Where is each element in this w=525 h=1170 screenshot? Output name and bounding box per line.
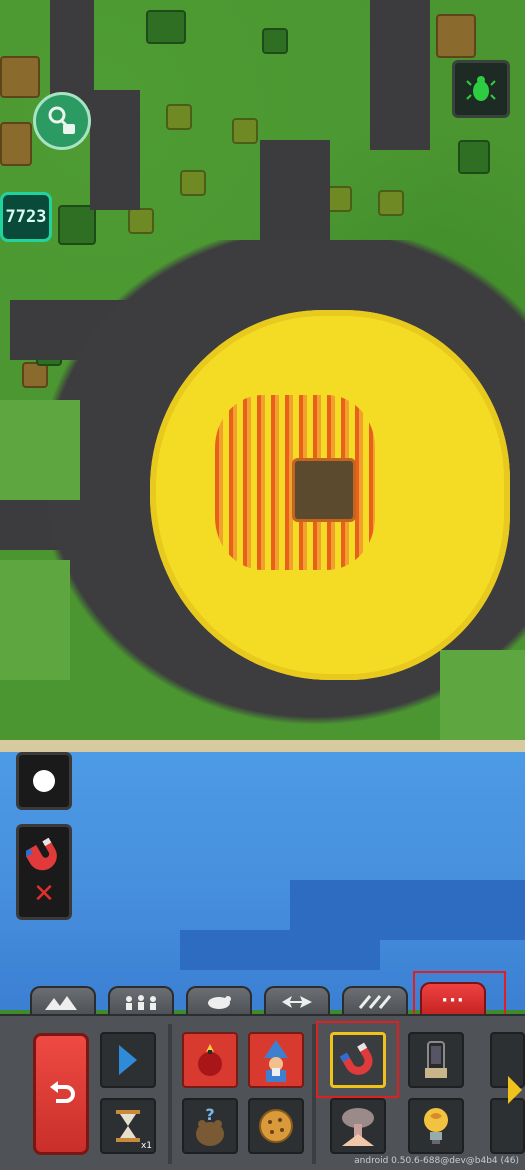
tree (232, 118, 258, 144)
active-power-panel[interactable]: ✕ (16, 824, 72, 920)
tree (458, 140, 490, 174)
beetle-icon (466, 76, 496, 101)
burning-creature (292, 458, 356, 522)
tab-nature[interactable] (264, 986, 330, 1016)
lightbulb-brain-power[interactable] (408, 1098, 464, 1154)
tree (262, 28, 288, 54)
partial-power-slot[interactable] (490, 1098, 525, 1154)
speed-button[interactable]: x1 (100, 1098, 156, 1154)
fire-bomb-power[interactable] (182, 1032, 238, 1088)
close-icon[interactable]: ✕ (33, 881, 55, 907)
deep-water (180, 930, 380, 970)
tab-tools[interactable] (342, 986, 408, 1016)
category-tabs: ··· (0, 978, 525, 1016)
toolbar-separator (168, 1024, 172, 1164)
grass-patch (440, 650, 525, 740)
wizard-icon (264, 1040, 288, 1082)
people-icon (126, 995, 156, 1010)
nature-icon (282, 996, 312, 1008)
magnet-power[interactable] (330, 1032, 386, 1088)
tab-more[interactable]: ··· (420, 982, 486, 1016)
world-map[interactable] (0, 0, 525, 1010)
animals-icon (208, 996, 231, 1009)
brush-dot-icon (33, 770, 55, 792)
tree (58, 205, 96, 245)
version-label: android 0.50.6-688@dev@b4b4 (46) (354, 1156, 519, 1166)
tools-icon (358, 995, 392, 1009)
scroll-right-arrow[interactable] (508, 1076, 522, 1104)
more-icon: ··· (441, 989, 465, 1011)
ash-streak (370, 0, 430, 150)
unit-counter: 7723 (0, 192, 52, 242)
tree (146, 10, 186, 44)
phone-icon (425, 1041, 447, 1078)
tab-animals[interactable] (186, 986, 252, 1016)
play-button[interactable] (100, 1032, 156, 1088)
magnet-icon (26, 837, 57, 871)
mushroom-cloud-icon (342, 1108, 374, 1146)
mystery-creature-power[interactable]: ? (182, 1098, 238, 1154)
wizard-power[interactable] (248, 1032, 304, 1088)
mushroom-cloud-power[interactable] (330, 1098, 386, 1154)
grass-patch (0, 560, 70, 680)
play-icon (119, 1045, 137, 1075)
fire-bomb-icon (198, 1044, 222, 1076)
tree (378, 190, 404, 216)
tree (0, 122, 32, 166)
tree (180, 170, 206, 196)
mystery-creature-icon: ? (196, 1105, 224, 1146)
tree (436, 14, 476, 58)
tree (166, 104, 192, 130)
beetle-button[interactable] (452, 60, 510, 118)
cookie-icon (259, 1109, 293, 1143)
key-lock-icon (48, 106, 75, 134)
toolbar-separator (312, 1024, 316, 1164)
tree (128, 208, 154, 234)
hourglass-icon (116, 1110, 140, 1142)
cookie-power[interactable] (248, 1098, 304, 1154)
back-button[interactable] (33, 1033, 89, 1155)
tree (0, 56, 40, 98)
magnet-icon (340, 1042, 373, 1075)
mountains-icon (45, 996, 77, 1010)
speed-label: x1 (140, 1141, 152, 1151)
ash-streak (90, 90, 140, 210)
svg-text:?: ? (205, 1105, 214, 1124)
grass-patch (0, 400, 80, 500)
phone-power[interactable] (408, 1032, 464, 1088)
undo-arrow-icon (50, 1081, 75, 1103)
brush-size-button[interactable] (16, 752, 72, 810)
tab-creatures[interactable] (108, 986, 174, 1016)
lightbulb-brain-icon (424, 1108, 448, 1144)
tab-terrain[interactable] (30, 986, 96, 1016)
lock-button[interactable] (33, 92, 91, 150)
